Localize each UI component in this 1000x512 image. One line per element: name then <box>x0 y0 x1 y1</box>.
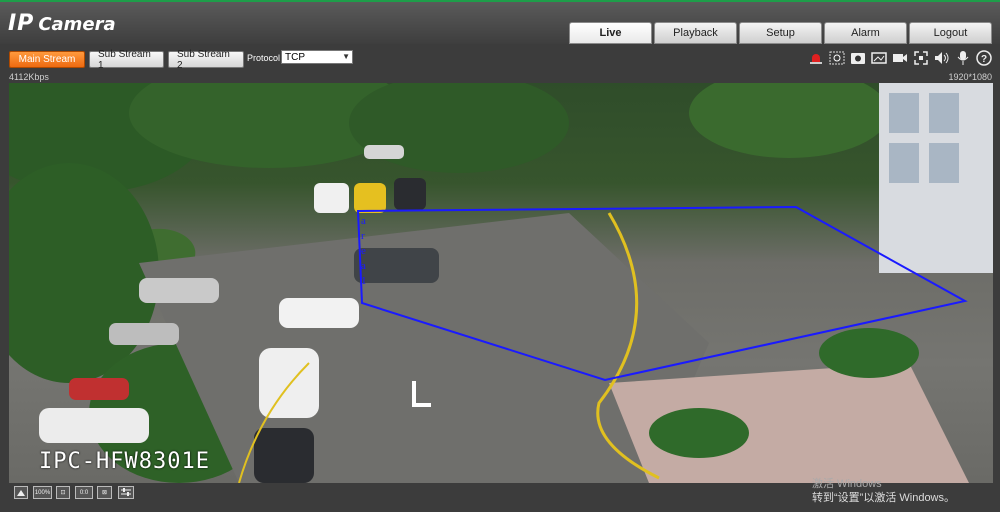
protocol-label: Protocol <box>247 53 281 63</box>
protocol-select[interactable]: TCP ▼ <box>281 50 353 64</box>
help-icon[interactable]: ? <box>976 50 992 66</box>
fit-window-icon[interactable]: ⊡ <box>56 486 70 499</box>
sub-stream-1-button[interactable]: Sub Stream 1 <box>89 49 164 71</box>
logo-camera-text: Camera <box>38 14 116 35</box>
region-label-char: e <box>361 245 366 257</box>
stretch-icon[interactable]: ⊠ <box>97 486 112 499</box>
alarm-light-icon[interactable] <box>808 50 824 66</box>
tab-logout[interactable]: Logout <box>909 22 992 44</box>
tab-alarm[interactable]: Alarm <box>824 22 907 44</box>
top-header: IP Camera Live Playback Setup Alarm Logou… <box>0 0 1000 44</box>
fullscreen-icon[interactable] <box>913 50 929 66</box>
osd-model-text: IPC-HFW8301E <box>39 449 210 474</box>
tab-live[interactable]: Live <box>569 22 652 44</box>
stream-toolbar: Main Stream Sub Stream 1 Sub Stream 2 Pr… <box>0 44 1000 72</box>
live-video-view[interactable]: a r e a 1 IPC-HFW8301E <box>9 83 993 483</box>
triple-snapshot-icon[interactable] <box>871 50 887 66</box>
live-tools: ? <box>808 50 992 66</box>
original-size-icon[interactable] <box>14 486 28 499</box>
tab-playback[interactable]: Playback <box>654 22 737 44</box>
microphone-icon[interactable] <box>955 50 971 66</box>
main-nav: Live Playback Setup Alarm Logout <box>569 22 992 44</box>
sub-stream-2-button[interactable]: Sub Stream 2 <box>168 49 244 71</box>
region-label-char: a <box>361 260 366 272</box>
logo: IP Camera <box>8 11 116 36</box>
region-label-char: r <box>361 230 365 242</box>
resolution-readout: 1920*1080 <box>948 72 992 82</box>
snapshot-icon[interactable] <box>850 50 866 66</box>
aspect-ratio-button[interactable]: 0:0 <box>75 486 93 499</box>
bitrate-readout: 4112Kbps <box>9 72 49 82</box>
audio-icon[interactable] <box>934 50 950 66</box>
region-label-char: a <box>361 215 366 227</box>
logo-ip-text: IP <box>8 11 35 36</box>
zoom-100-button[interactable]: 100% <box>33 486 52 499</box>
digital-zoom-icon[interactable] <box>829 50 845 66</box>
region-label: a r e a 1 <box>361 214 371 289</box>
region-label-char: 1 <box>361 275 367 287</box>
svg-text:?: ? <box>981 54 987 65</box>
tab-setup[interactable]: Setup <box>739 22 822 44</box>
chevron-down-icon: ▼ <box>342 52 350 61</box>
record-icon[interactable] <box>892 50 908 66</box>
settings-sliders-icon[interactable] <box>118 486 134 499</box>
windows-activation-text: 转到“设置”以激活 Windows。 <box>812 492 956 504</box>
video-scene <box>9 83 993 483</box>
protocol-value: TCP <box>285 51 305 63</box>
main-stream-button[interactable]: Main Stream <box>9 51 85 68</box>
